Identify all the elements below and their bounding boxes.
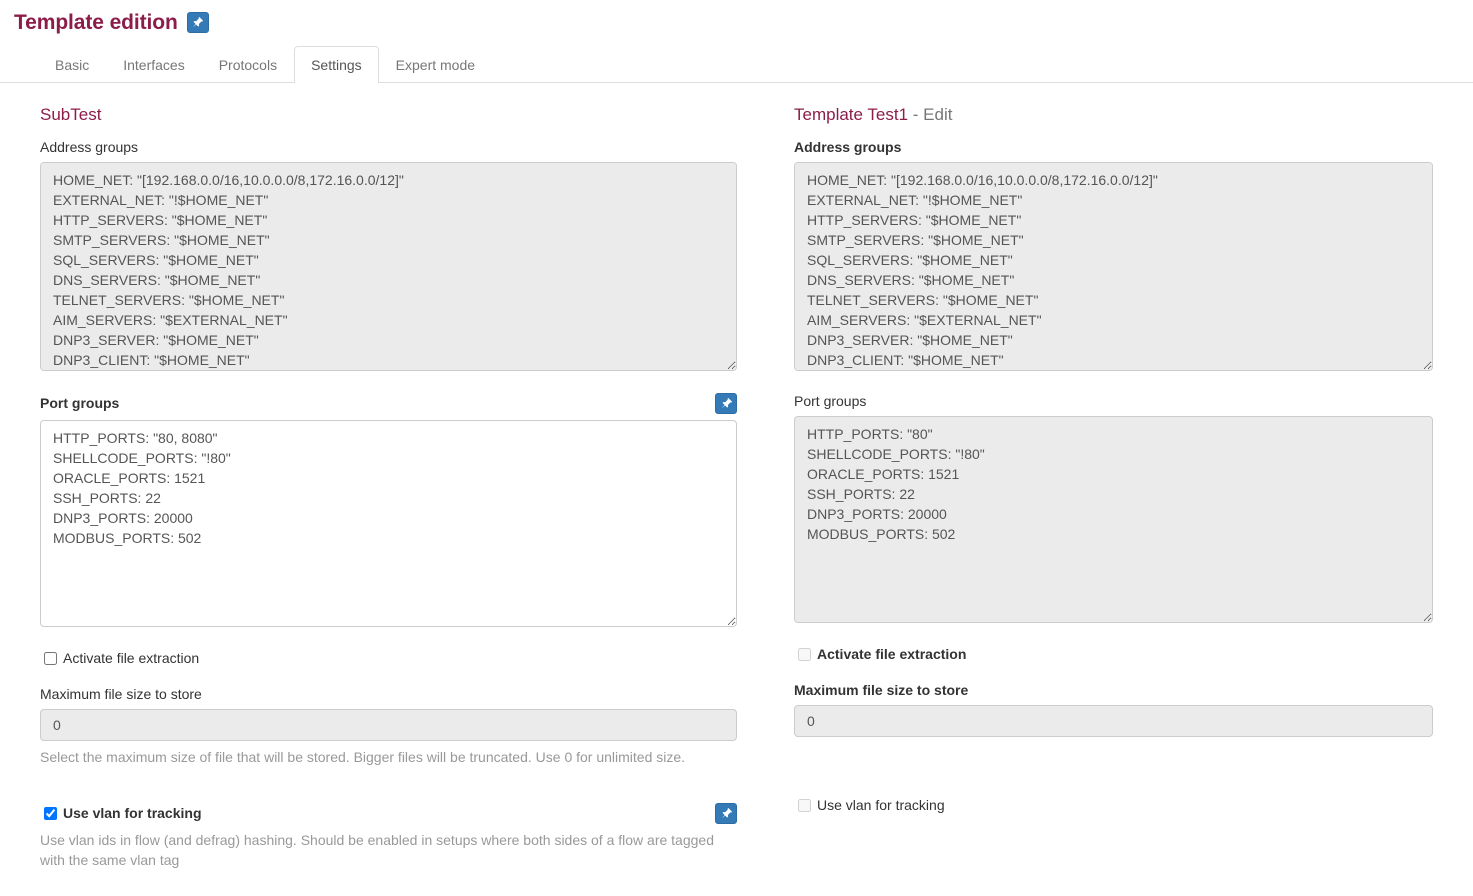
right-max-file-size-label: Maximum file size to store xyxy=(794,682,1433,699)
pin-icon-button-header[interactable] xyxy=(187,12,209,33)
left-max-file-size-input[interactable] xyxy=(40,709,737,741)
right-activate-file-extraction-label: Activate file extraction xyxy=(817,646,966,663)
left-address-groups-textarea[interactable] xyxy=(40,162,737,371)
settings-columns: SubTest Address groups Port groups Activ… xyxy=(0,83,1473,870)
left-use-vlan-checkbox[interactable] xyxy=(44,807,57,820)
pin-icon-button-left-use-vlan[interactable] xyxy=(715,803,737,824)
left-use-vlan-label: Use vlan for tracking xyxy=(63,805,202,822)
right-address-groups-label: Address groups xyxy=(794,139,1433,156)
left-column-title: SubTest xyxy=(40,105,737,125)
left-port-groups-wrap xyxy=(40,420,737,627)
left-use-vlan-help: Use vlan ids in flow (and defrag) hashin… xyxy=(40,830,737,870)
right-max-file-size-input xyxy=(794,705,1433,737)
tab-protocols[interactable]: Protocols xyxy=(202,46,294,83)
pin-icon xyxy=(720,807,733,820)
page-title: Template edition xyxy=(14,10,178,35)
left-port-groups-label-row: Port groups xyxy=(40,393,737,414)
left-use-vlan-checkbox-group[interactable]: Use vlan for tracking xyxy=(40,805,202,822)
tab-expert-mode[interactable]: Expert mode xyxy=(379,46,492,83)
pin-icon xyxy=(720,397,733,410)
pin-icon-button-left-port-groups[interactable] xyxy=(715,393,737,414)
right-column-title-suffix: - Edit xyxy=(913,105,953,124)
right-use-vlan-checkbox xyxy=(798,799,811,812)
left-port-groups-label: Port groups xyxy=(40,395,119,412)
right-port-groups-textarea[interactable] xyxy=(794,416,1433,623)
right-column-title: Template Test1 - Edit xyxy=(794,105,1433,125)
left-activate-file-extraction-checkbox[interactable] xyxy=(44,652,57,665)
left-use-vlan-row: Use vlan for tracking xyxy=(40,803,737,824)
tab-bar: Basic Interfaces Protocols Settings Expe… xyxy=(0,47,1473,83)
tab-basic[interactable]: Basic xyxy=(38,46,106,83)
left-port-groups-textarea[interactable] xyxy=(40,420,737,627)
left-activate-file-extraction-label: Activate file extraction xyxy=(63,650,199,667)
left-address-groups-label: Address groups xyxy=(40,139,737,156)
right-column-title-name: Template Test1 xyxy=(794,105,908,124)
right-column: Template Test1 - Edit Address groups Por… xyxy=(777,83,1473,870)
left-max-file-size-label: Maximum file size to store xyxy=(40,686,737,703)
tab-settings[interactable]: Settings xyxy=(294,46,379,83)
right-port-groups-label: Port groups xyxy=(794,393,1433,410)
right-activate-file-extraction-row: Activate file extraction xyxy=(794,646,1433,663)
right-port-groups-wrap xyxy=(794,416,1433,623)
left-activate-file-extraction-row[interactable]: Activate file extraction xyxy=(40,650,737,667)
right-activate-file-extraction-checkbox xyxy=(798,648,811,661)
right-address-groups-wrap xyxy=(794,162,1433,371)
right-use-vlan-label: Use vlan for tracking xyxy=(817,797,945,814)
right-use-vlan-row: Use vlan for tracking xyxy=(794,797,1433,814)
left-address-groups-wrap xyxy=(40,162,737,371)
tab-interfaces[interactable]: Interfaces xyxy=(106,46,201,83)
pin-icon xyxy=(191,16,204,29)
right-address-groups-textarea[interactable] xyxy=(794,162,1433,371)
left-column: SubTest Address groups Port groups Activ… xyxy=(0,83,777,870)
left-max-file-size-help: Select the maximum size of file that wil… xyxy=(40,747,737,767)
page-header: Template edition xyxy=(0,0,1473,35)
